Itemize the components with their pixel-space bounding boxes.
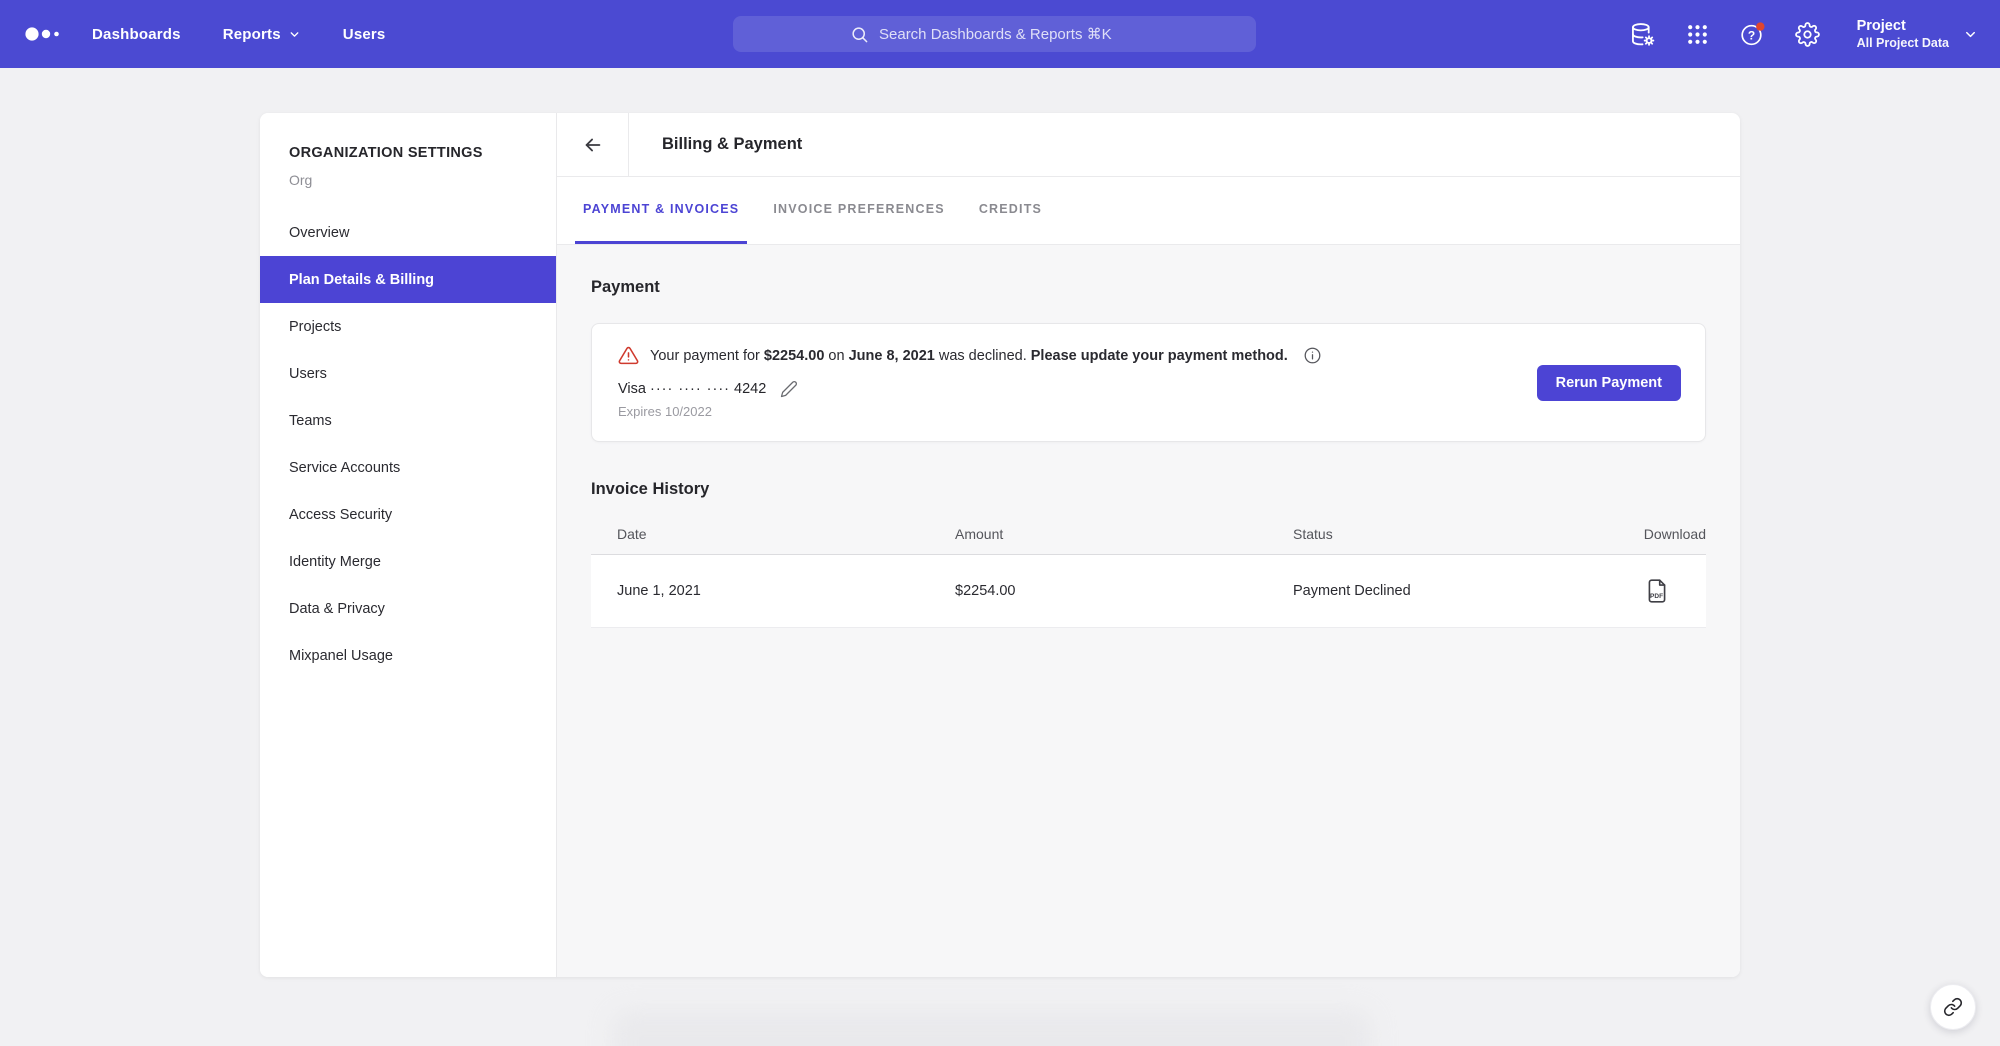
sidebar-item-users[interactable]: Users [260,350,556,397]
invoice-status: Payment Declined [1293,583,1631,599]
data-management-icon[interactable] [1629,21,1656,48]
card-expiry: Expires 10/2022 [618,404,1679,419]
edit-pencil-icon[interactable] [780,380,798,398]
search-icon [850,25,869,44]
help-icon[interactable]: ? [1739,21,1766,48]
settings-gear-icon[interactable] [1795,22,1820,47]
info-icon[interactable] [1303,346,1322,365]
column-header-download: Download [1631,526,1706,542]
rerun-payment-button[interactable]: Rerun Payment [1537,365,1681,401]
back-button[interactable] [557,113,629,176]
link-icon [1943,997,1963,1017]
org-settings-sidebar: ORGANIZATION SETTINGS Org Overview Plan … [260,113,557,977]
org-name: Org [289,172,556,188]
billing-tabs: PAYMENT & INVOICES INVOICE PREFERENCES C… [557,177,1740,245]
sidebar-item-projects[interactable]: Projects [260,303,556,350]
sidebar-item-access-security[interactable]: Access Security [260,491,556,538]
page-title: Billing & Payment [662,135,802,154]
nav-links: Dashboards Reports Users [92,26,385,43]
card-on-file: Visa ···· ···· ···· 4242 [618,380,1679,398]
warning-triangle-icon [618,345,639,366]
project-switcher[interactable]: Project All Project Data [1857,18,1978,50]
invoice-table: Date Amount Status Download June 1, 2021… [591,513,1706,628]
invoice-table-header: Date Amount Status Download [591,513,1706,555]
chevron-down-icon [1963,27,1978,42]
tab-credits[interactable]: CREDITS [971,177,1050,244]
sidebar-item-identity-merge[interactable]: Identity Merge [260,538,556,585]
alert-text: Your payment for $2254.00 on June 8, 202… [650,348,1288,364]
global-search[interactable] [733,16,1256,52]
invoice-row: June 1, 2021 $2254.00 Payment Declined P… [591,555,1706,628]
chevron-down-icon [288,28,301,41]
tab-invoice-preferences[interactable]: INVOICE PREFERENCES [765,177,952,244]
download-pdf-icon[interactable]: PDF [1645,578,1669,604]
nav-item-dashboards[interactable]: Dashboards [92,26,181,43]
settings-card: ORGANIZATION SETTINGS Org Overview Plan … [260,113,1740,977]
invoice-amount: $2254.00 [955,583,1293,599]
project-text: Project All Project Data [1857,18,1949,50]
nav-item-users[interactable]: Users [343,26,386,43]
column-header-status: Status [1293,526,1631,542]
apps-grid-icon[interactable] [1685,22,1710,47]
svg-text:?: ? [1747,28,1754,42]
payment-declined-alert: Your payment for $2254.00 on June 8, 202… [618,345,1679,366]
nav-item-label: Dashboards [92,26,181,43]
sidebar-item-plan-details-billing[interactable]: Plan Details & Billing [260,256,556,303]
billing-header: Billing & Payment [557,113,1740,177]
sidebar-item-overview[interactable]: Overview [260,209,556,256]
project-label: Project [1857,18,1949,34]
tab-content: Payment Your payment for $2254.00 on Jun… [557,245,1740,977]
sidebar-list: Overview Plan Details & Billing Projects… [260,209,556,679]
arrow-left-icon [582,134,604,156]
sidebar-item-data-privacy[interactable]: Data & Privacy [260,585,556,632]
search-input[interactable] [879,26,1139,43]
sidebar-heading: ORGANIZATION SETTINGS [289,145,556,161]
svg-text:PDF: PDF [1650,593,1663,600]
sidebar-item-teams[interactable]: Teams [260,397,556,444]
invoice-date: June 1, 2021 [617,583,955,599]
copy-link-button[interactable] [1930,984,1976,1030]
sidebar-item-mixpanel-usage[interactable]: Mixpanel Usage [260,632,556,679]
billing-main: Billing & Payment PAYMENT & INVOICES INV… [557,113,1740,977]
tab-payment-invoices[interactable]: PAYMENT & INVOICES [575,177,747,244]
card-summary: Visa ···· ···· ···· 4242 [618,381,766,397]
mixpanel-logo-icon[interactable] [24,24,66,44]
column-header-date: Date [617,526,955,542]
toast-shadow [612,1010,1372,1046]
column-header-amount: Amount [955,526,1293,542]
invoice-history-title: Invoice History [591,480,1706,499]
sidebar-item-service-accounts[interactable]: Service Accounts [260,444,556,491]
top-nav: Dashboards Reports Users [0,0,2000,68]
nav-item-label: Reports [223,26,281,43]
nav-item-reports[interactable]: Reports [223,26,301,43]
payment-card: Your payment for $2254.00 on June 8, 202… [591,323,1706,442]
project-value: All Project Data [1857,36,1949,50]
nav-right-cluster: ? Project All Project Data [1629,18,1978,50]
notification-badge [1756,22,1764,30]
nav-item-label: Users [343,26,386,43]
payment-section-title: Payment [591,278,1706,297]
